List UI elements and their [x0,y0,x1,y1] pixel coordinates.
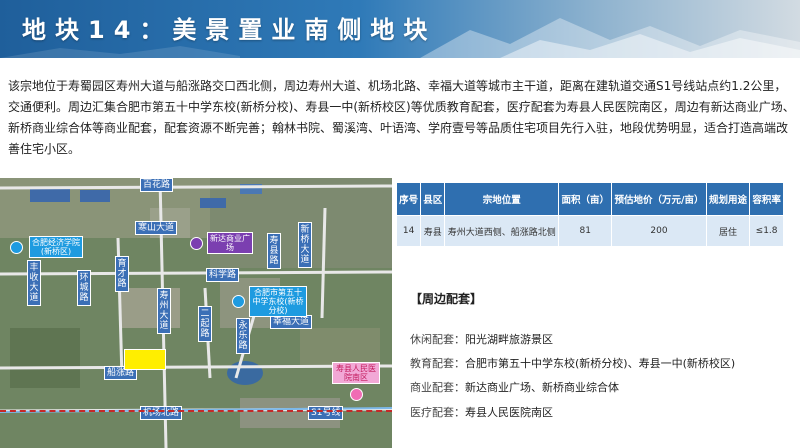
table-row: 14 寿县 寿州大道西侧、船涨路北侧 81 200 居住 ≤1.8 [395,215,784,247]
school-marker-icon [232,295,245,308]
table-header-row: 序号 县区 宗地位置 面积（亩） 预估地价（万元/亩） 规划用途 容积率 [395,182,784,216]
road-label-shouxian: 寿县路 [267,233,281,269]
poi-school1[interactable]: 合肥经济学院(新桥区) [10,236,83,258]
poi-school2-label: 合肥市第五十中学东校(新桥分校) [249,286,307,317]
road-label-yucai: 育才路 [115,256,129,292]
table-cell: 200 [611,215,707,247]
page-title: 地块14：美景置业南侧地块 [22,16,437,44]
facility-value: 合肥市第五十中学东校(新桥分校)、寿县一中(新桥校区) [465,357,736,370]
road-label-xinqiao: 新桥大道 [298,222,312,268]
hospital-marker-icon [349,388,363,401]
road-label-erqi: 二起路 [198,306,212,342]
road-label-s1: S1号线 [308,406,344,420]
facility-value: 寿县人民医院南区 [465,406,553,419]
table-header-cell: 规划用途 [705,182,751,216]
school-marker-icon [10,240,23,254]
table-header-cell: 面积（亩） [558,182,613,216]
facility-label: 教育配套： [410,357,465,370]
table-header-cell: 宗地位置 [444,182,560,216]
table-cell: 14 [395,215,422,247]
poi-mall-label: 新达商业广场 [207,232,253,254]
table-cell: 寿州大道西侧、船涨路北侧 [444,215,560,247]
table-header-cell: 序号 [395,182,422,216]
poi-hospital[interactable]: 寿县人民医院南区 [332,362,380,401]
poi-hospital-label: 寿县人民医院南区 [332,362,380,384]
title-banner: 地块14：美景置业南侧地块 [0,0,800,58]
table-cell: 81 [558,215,613,247]
table-header-cell: 预估地价（万元/亩） [611,182,707,216]
facility-education: 教育配套：合肥市第五十中学东校(新桥分校)、寿县一中(新桥校区) [410,355,790,371]
parcel-highlight[interactable] [124,349,166,370]
intro-paragraph: 该宗地位于寿蜀园区寿州大道与船涨路交口西北侧，周边寿州大道、机场北路、幸福大道等… [8,79,795,156]
road-label-baihua: 百花路 [140,178,174,192]
table-header-cell: 县区 [420,182,446,216]
road-label-yongle: 永乐路 [236,318,250,354]
road-label-shouzhou: 寿州大道 [157,288,171,334]
road-label-jichang: 机场北路 [140,406,183,420]
location-map[interactable]: 百花路 寒山大道 新桥大道 寿县路 科学路 寿州大道 永乐路 幸福大道 二起路 … [0,178,392,448]
facility-medical: 医疗配套：寿县人民医院南区 [410,404,790,420]
facility-leisure: 休闲配套：阳光湖畔旅游景区 [410,331,790,347]
facility-label: 商业配套： [410,381,465,394]
facility-label: 休闲配套： [410,333,465,346]
facility-value: 阳光湖畔旅游景区 [465,333,553,346]
table-cell: 居住 [705,215,751,247]
facilities-title: 【周边配套】 [410,292,483,306]
shop-marker-icon [190,236,203,250]
s1-metro-line [0,410,392,412]
facility-label: 医疗配套： [410,406,465,419]
road-label-kexue: 科学路 [206,268,240,282]
poi-school1-label: 合肥经济学院(新桥区) [29,236,83,258]
road-label-huanlu: 环城路 [77,270,91,306]
poi-mall[interactable]: 新达商业广场 [190,232,253,254]
facility-value: 新达商业广场、新桥商业综合体 [465,381,619,394]
poi-school2[interactable]: 合肥市第五十中学东校(新桥分校) [232,286,307,317]
road-label-fengshou: 丰收大道 [27,260,41,306]
table-header-cell: 容积率 [749,182,784,216]
table-cell: ≤1.8 [749,215,784,247]
table-cell: 寿县 [420,215,446,247]
road-label-xingfu: 幸福大道 [270,315,313,329]
facility-commerce: 商业配套：新达商业广场、新桥商业综合体 [410,379,790,395]
parcel-info-table: 序号 县区 宗地位置 面积（亩） 预估地价（万元/亩） 规划用途 容积率 14 … [395,182,784,247]
road-label-hanshan: 寒山大道 [135,221,178,235]
